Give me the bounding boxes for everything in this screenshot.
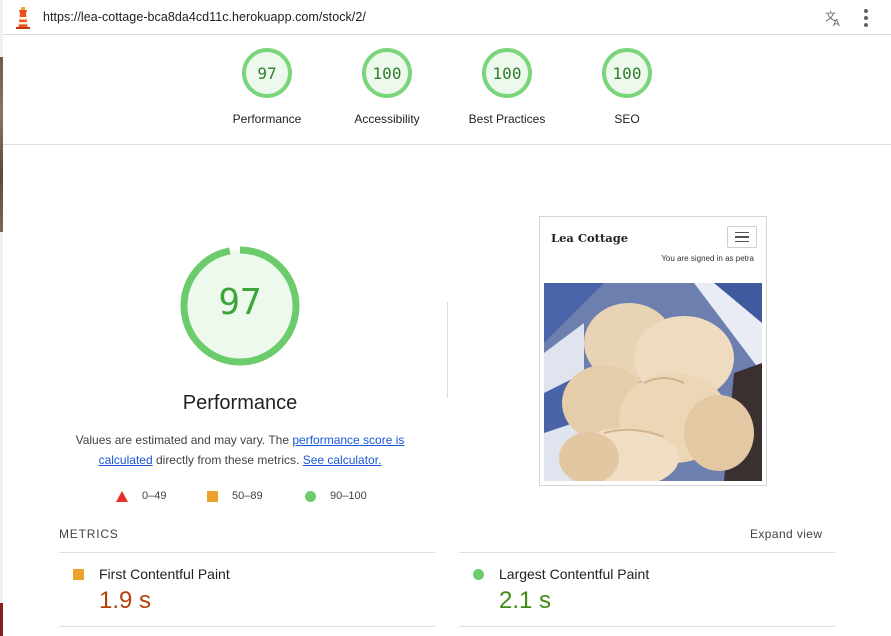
metric-rule (59, 626, 435, 627)
final-screenshot[interactable]: Lea Cottage You are signed in as petra (539, 216, 767, 486)
legend-label: 90–100 (330, 490, 367, 502)
metric-value: 1.9 s (99, 587, 152, 614)
lighthouse-icon (16, 7, 30, 29)
expand-view-button[interactable]: Expand view (750, 527, 822, 541)
score-value: 97 (242, 48, 292, 98)
translate-icon[interactable]: 文 A (822, 6, 846, 30)
metrics-heading: METRICS (59, 527, 119, 541)
desc-middle: directly from these metrics. (152, 453, 303, 467)
metric-rule (459, 552, 835, 553)
metric-rule (459, 626, 835, 627)
square-icon (73, 569, 84, 580)
pita-bread-photo (544, 283, 762, 481)
triangle-icon (116, 490, 128, 502)
performance-title: Performance (182, 392, 298, 414)
score-label: Best Practices (468, 112, 546, 126)
circle-icon (305, 490, 316, 502)
site-brand: Lea Cottage (551, 231, 629, 245)
score-value: 100 (482, 48, 532, 98)
calculator-link[interactable]: See calculator. (303, 453, 382, 467)
square-icon (207, 490, 218, 502)
score-gauge-performance[interactable]: 97 Performance (207, 48, 327, 138)
score-value: 100 (362, 48, 412, 98)
metric-largest-contentful-paint: Largest Contentful Paint 2.1 s (459, 563, 829, 623)
address-bar: https://lea-cottage-bca8da4cd11c.herokua… (3, 0, 891, 35)
svg-text:A: A (833, 18, 840, 28)
performance-description: Values are estimated and may vary. The p… (60, 430, 420, 470)
legend-label: 0–49 (142, 490, 167, 502)
score-gauge-accessibility[interactable]: 100 Accessibility (327, 48, 447, 138)
legend-average: 50–89 (207, 488, 263, 504)
metric-label: Largest Contentful Paint (499, 566, 650, 582)
section-divider (447, 302, 448, 398)
circle-icon (473, 569, 484, 580)
metric-rule (59, 552, 435, 553)
hamburger-menu-icon (727, 226, 757, 248)
score-gauge-best-practices[interactable]: 100 Best Practices (447, 48, 567, 138)
performance-score: 97 (218, 282, 262, 323)
desc-prefix: Values are estimated and may vary. The (75, 433, 293, 447)
score-label: SEO (614, 112, 640, 126)
signed-in-text: You are signed in as petra (661, 254, 754, 263)
score-value: 100 (602, 48, 652, 98)
score-label: Performance (232, 112, 302, 126)
score-label: Accessibility (354, 112, 420, 126)
metric-first-contentful-paint: First Contentful Paint 1.9 s (59, 563, 429, 623)
more-options-icon[interactable] (856, 6, 876, 30)
legend-pass: 90–100 (305, 488, 367, 504)
legend-fail: 0–49 (116, 488, 166, 504)
url-text[interactable]: https://lea-cottage-bca8da4cd11c.herokua… (43, 10, 366, 24)
scores-header: 97 Performance 100 Accessibility 100 Bes… (3, 36, 891, 145)
metric-value: 2.1 s (499, 587, 552, 614)
background-red-edge (0, 603, 3, 636)
legend-label: 50–89 (232, 490, 263, 502)
score-gauge-seo[interactable]: 100 SEO (567, 48, 687, 138)
metric-label: First Contentful Paint (99, 566, 230, 582)
